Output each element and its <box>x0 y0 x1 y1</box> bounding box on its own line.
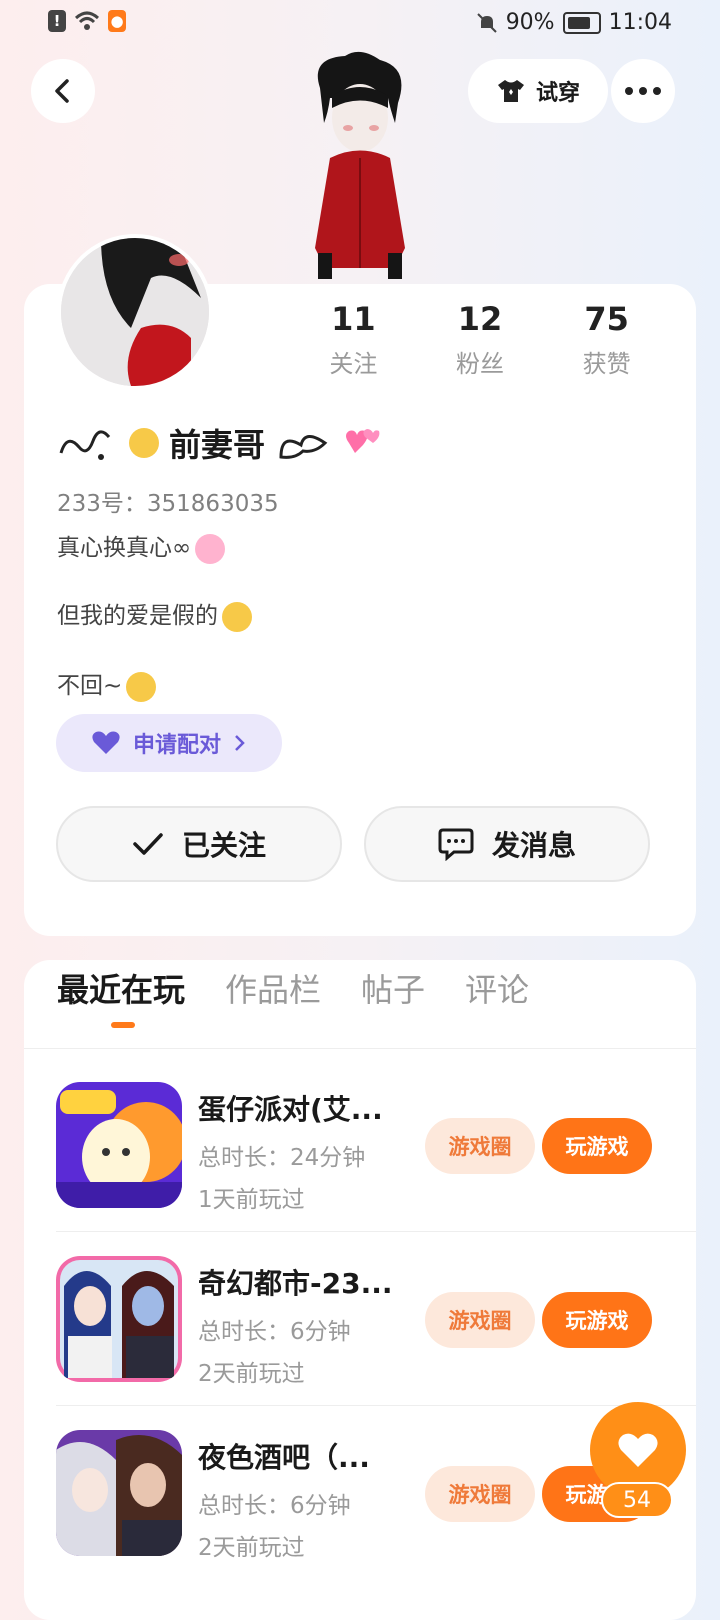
chat-bubble-icon <box>438 828 474 861</box>
stat-following[interactable]: 11 关注 <box>290 300 417 379</box>
fantasy-city-icon <box>56 1256 182 1382</box>
tab-works[interactable]: 作品栏 <box>225 965 321 1011</box>
nickname: 前妻哥 <box>169 426 266 464</box>
profile-tabs: 最近在玩 作品栏 帖子 评论 <box>57 965 529 1011</box>
likes-count: 75 <box>584 300 629 338</box>
tshirt-icon <box>497 80 524 102</box>
game-circle-button[interactable]: 游戏圈 <box>425 1118 535 1174</box>
game-last-played: 1天前玩过 <box>198 1187 305 1213</box>
game-duration: 总时长：6分钟 <box>198 1493 351 1519</box>
hearts-emoji-icon <box>195 533 226 564</box>
character-avatar-3d[interactable] <box>300 48 420 284</box>
swirl-decoration-icon <box>59 430 111 460</box>
play-game-button[interactable]: 玩游戏 <box>542 1118 652 1174</box>
more-dots-icon <box>625 87 661 95</box>
clock: 11:04 <box>608 10 672 35</box>
request-pair-button[interactable]: 申请配对 <box>56 714 282 772</box>
wifi-icon <box>74 11 100 30</box>
avatar-image <box>61 238 209 386</box>
eggy-party-icon <box>56 1082 182 1208</box>
tab-posts[interactable]: 帖子 <box>361 965 425 1011</box>
likes-label: 获赞 <box>582 350 631 378</box>
heart-icon <box>618 1433 658 1467</box>
tab-recently-played[interactable]: 最近在玩 <box>57 965 185 1011</box>
followed-button[interactable]: 已关注 <box>56 806 342 882</box>
user-id: 233号：351863035 <box>57 491 279 517</box>
send-message-label: 发消息 <box>491 829 576 862</box>
request-pair-label: 申请配对 <box>132 733 221 758</box>
game-last-played: 2天前玩过 <box>198 1361 305 1387</box>
bio-line-2: 但我的爱是假的 <box>57 596 252 632</box>
night-bar-icon <box>56 1430 182 1556</box>
game-row[interactable]: 奇幻都市-23... 总时长：6分钟 2天前玩过 游戏圈 玩游戏 <box>56 1232 696 1406</box>
game-duration: 总时长：24分钟 <box>198 1145 366 1171</box>
shushing-face-emoji-icon <box>222 601 252 632</box>
try-on-label: 试穿 <box>535 81 580 106</box>
like-count-badge: 54 <box>601 1482 673 1518</box>
heart-icon <box>92 731 120 754</box>
active-tab-indicator <box>111 1022 135 1028</box>
game-title: 蛋仔派对(艾... <box>198 1093 383 1126</box>
followed-label: 已关注 <box>181 829 266 862</box>
battery-percent: 90% <box>505 10 555 35</box>
app-notification-icon: ● <box>108 10 126 32</box>
game-circle-button[interactable]: 游戏圈 <box>425 1292 535 1348</box>
play-game-button[interactable]: 玩游戏 <box>542 1292 652 1348</box>
chevron-left-icon <box>55 79 69 103</box>
battery-icon <box>562 11 601 34</box>
tab-comments[interactable]: 评论 <box>465 965 529 1011</box>
chevron-right-icon <box>235 735 245 751</box>
alert-icon: ! <box>48 10 66 32</box>
bio-line-1: 真心换真心∞ <box>57 528 226 564</box>
mute-bell-icon <box>476 12 497 33</box>
stat-followers[interactable]: 12 粉丝 <box>417 300 544 379</box>
more-button[interactable] <box>611 59 675 123</box>
send-message-button[interactable]: 发消息 <box>364 806 650 882</box>
game-row[interactable]: 蛋仔派对(艾... 总时长：24分钟 1天前玩过 游戏圈 玩游戏 <box>56 1058 696 1232</box>
try-on-button[interactable]: 试穿 <box>468 59 608 123</box>
followers-count: 12 <box>457 300 503 338</box>
game-title: 夜色酒吧（... <box>198 1441 370 1474</box>
bio-line-3: 不回~ <box>57 666 157 702</box>
status-bar: ! ● 90% 11:04 <box>0 0 720 48</box>
back-button[interactable] <box>31 59 95 123</box>
profile-avatar[interactable] <box>57 234 213 390</box>
hearts-emoji-icon <box>346 429 380 453</box>
butterfly-decoration-icon <box>279 435 328 459</box>
game-circle-button[interactable]: 游戏圈 <box>425 1466 535 1522</box>
silly-face-emoji-icon <box>126 671 157 702</box>
game-duration: 总时长：6分钟 <box>198 1319 351 1345</box>
following-count: 11 <box>331 300 376 338</box>
nickname-row: 前妻哥 <box>57 420 381 466</box>
followers-label: 粉丝 <box>456 350 504 378</box>
tab-divider <box>24 1048 696 1049</box>
following-label: 关注 <box>329 350 378 378</box>
game-last-played: 2天前玩过 <box>198 1535 305 1561</box>
game-title: 奇幻都市-23... <box>198 1267 393 1300</box>
check-icon <box>133 833 163 855</box>
profile-stats: 11 关注 12 粉丝 75 获赞 <box>290 300 670 379</box>
silly-face-emoji-icon <box>129 428 159 458</box>
stat-likes[interactable]: 75 获赞 <box>543 300 670 379</box>
